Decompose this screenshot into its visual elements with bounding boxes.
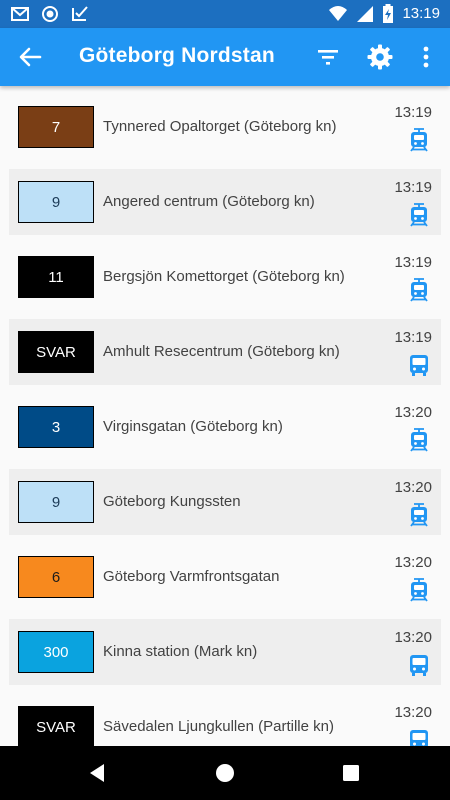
departure-row[interactable]: 6 Göteborg Varmfrontsgatan 13:20 [9, 544, 441, 610]
destination-label: Virginsgatan (Göteborg kn) [103, 418, 283, 435]
status-bar-system: 13:19 [328, 4, 440, 24]
departure-time: 13:20 [394, 404, 432, 421]
cell-signal-icon [357, 6, 374, 22]
status-bar-time: 13:19 [402, 5, 440, 22]
destination-label: Bergsjön Komettorget (Göteborg kn) [103, 268, 345, 285]
departure-row[interactable]: SVAR Sävedalen Ljungkullen (Partille kn) 1… [9, 694, 441, 746]
bus-icon [408, 353, 430, 377]
departure-row[interactable]: 3 Virginsgatan (Göteborg kn) 13:20 [9, 394, 441, 460]
departure-row[interactable]: 300 Kinna station (Mark kn) 13:20 [9, 619, 441, 685]
tram-icon [408, 503, 430, 527]
destination-label: Angered centrum (Göteborg kn) [103, 193, 315, 210]
destination-label: Sävedalen Ljungkullen (Partille kn) [103, 718, 334, 735]
departure-time: 13:20 [394, 554, 432, 571]
recents-square-icon[interactable] [337, 759, 365, 787]
back-arrow-icon[interactable] [16, 43, 44, 71]
departure-row[interactable]: 7 Tynnered Opaltorget (Göteborg kn) 13:19 [9, 94, 441, 160]
settings-icon[interactable] [366, 43, 394, 71]
wifi-icon [329, 6, 348, 21]
departure-list[interactable]: 7 Tynnered Opaltorget (Göteborg kn) 13:19 9… [9, 94, 441, 746]
line-badge: 3 [18, 406, 94, 448]
destination-label: Göteborg Kungssten [103, 493, 241, 510]
line-badge: 7 [18, 106, 94, 148]
line-badge: SVAR [18, 331, 94, 373]
filter-icon[interactable] [314, 43, 342, 71]
line-badge: 11 [18, 256, 94, 298]
destination-label: Tynnered Opaltorget (Göteborg kn) [103, 118, 337, 135]
tram-icon [408, 578, 430, 602]
status-bar: 13:19 [0, 0, 450, 28]
departure-time: 13:20 [394, 479, 432, 496]
bus-icon [408, 728, 430, 746]
departure-time: 13:20 [394, 704, 432, 721]
page-title: Göteborg Nordstan [79, 44, 275, 67]
tram-icon [408, 278, 430, 302]
line-badge: 6 [18, 556, 94, 598]
tram-icon [408, 128, 430, 152]
tram-icon [408, 428, 430, 452]
line-badge: 9 [18, 481, 94, 523]
battery-charging-icon [383, 4, 394, 23]
departure-row[interactable]: 11 Bergsjön Komettorget (Göteborg kn) 13:1… [9, 244, 441, 310]
bus-icon [408, 653, 430, 677]
departure-row[interactable]: SVAR Amhult Resecentrum (Göteborg kn) 13:1… [9, 319, 441, 385]
departure-time: 13:19 [394, 329, 432, 346]
departure-row[interactable]: 9 Göteborg Kungssten 13:20 [9, 469, 441, 535]
departure-time: 13:20 [394, 629, 432, 646]
more-vert-icon[interactable] [412, 43, 440, 71]
gmail-icon [11, 7, 29, 21]
tram-icon [408, 203, 430, 227]
status-bar-notifications [10, 4, 90, 24]
departure-time: 13:19 [394, 179, 432, 196]
tasks-check-icon [72, 6, 88, 21]
app-bar: Göteborg Nordstan [0, 28, 450, 86]
destination-label: Amhult Resecentrum (Göteborg kn) [103, 343, 340, 360]
line-badge: SVAR [18, 706, 94, 746]
line-badge: 300 [18, 631, 94, 673]
line-badge: 9 [18, 181, 94, 223]
home-circle-icon[interactable] [211, 759, 239, 787]
sync-icon [42, 6, 58, 22]
destination-label: Kinna station (Mark kn) [103, 643, 258, 660]
departure-time: 13:19 [394, 254, 432, 271]
system-nav-bar [0, 746, 450, 800]
departure-time: 13:19 [394, 104, 432, 121]
departure-row[interactable]: 9 Angered centrum (Göteborg kn) 13:19 [9, 169, 441, 235]
destination-label: Göteborg Varmfrontsgatan [103, 568, 280, 585]
back-triangle-icon[interactable] [84, 759, 112, 787]
